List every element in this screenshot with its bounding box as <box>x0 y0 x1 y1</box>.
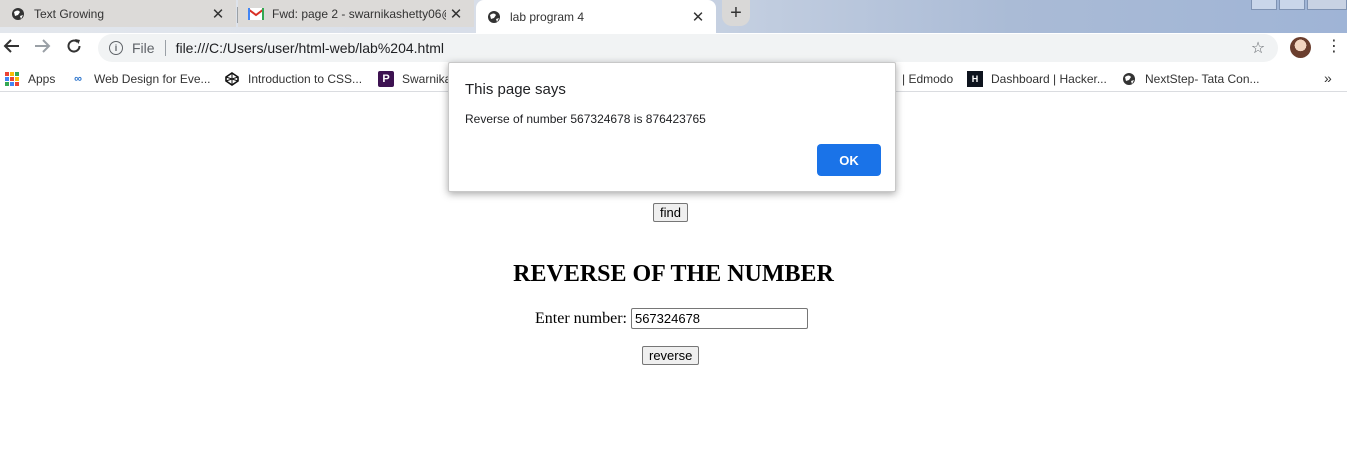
back-arrow-icon[interactable] <box>2 37 22 57</box>
close-icon[interactable]: ✕ <box>446 5 466 23</box>
bookmark-nextstep[interactable]: NextStep- Tata Con... <box>1121 70 1260 88</box>
restore-button[interactable] <box>1279 0 1305 10</box>
forward-arrow-icon[interactable] <box>32 37 52 57</box>
tab-title: lab program 4 <box>510 9 585 24</box>
bookmark-star-icon[interactable]: ☆ <box>1248 38 1268 58</box>
new-tab-button[interactable]: + <box>722 0 750 26</box>
p-icon: P <box>378 71 394 87</box>
dialog-title: This page says <box>465 81 566 98</box>
bookmark-label: Web Design for Eve... <box>94 72 211 86</box>
globe-icon <box>1121 71 1137 87</box>
ok-button[interactable]: OK <box>817 144 881 176</box>
reverse-button[interactable]: reverse <box>642 346 700 365</box>
address-bar[interactable]: i File file:///C:/Users/user/html-web/la… <box>98 34 1278 62</box>
bookmark-intro-css[interactable]: Introduction to CSS... <box>224 70 362 88</box>
bookmark-label: Introduction to CSS... <box>248 72 363 86</box>
tab-strip: Text Growing ✕ Fwd: page 2 - swarnikashe… <box>0 0 1347 33</box>
gmail-icon <box>248 6 264 22</box>
reload-icon[interactable] <box>64 37 84 57</box>
bookmark-web-design[interactable]: ∞ Web Design for Eve... <box>70 70 211 88</box>
bookmark-swarnika[interactable]: P Swarnika <box>378 70 451 88</box>
tab-title: Fwd: page 2 - swarnikashetty06@ <box>272 6 446 21</box>
close-icon[interactable]: ✕ <box>688 8 708 26</box>
hackerrank-icon: H <box>967 71 983 87</box>
number-input-label: Enter number: <box>535 309 627 327</box>
coursera-icon: ∞ <box>74 73 82 85</box>
close-icon[interactable]: ✕ <box>208 5 228 23</box>
window-controls <box>1249 0 1347 10</box>
tab-lab-program-4[interactable]: lab program 4 ✕ <box>476 0 716 33</box>
more-bookmarks-chevron-icon[interactable]: » <box>1324 70 1332 86</box>
page-heading: REVERSE OF THE NUMBER <box>513 261 834 287</box>
url-text[interactable]: file:///C:/Users/user/html-web/lab%204.h… <box>176 40 1248 56</box>
tab-title: Text Growing <box>34 6 105 21</box>
bookmark-hackerrank[interactable]: H Dashboard | Hacker... <box>967 70 1107 88</box>
number-form-row: Enter number: <box>535 308 808 329</box>
bookmark-label: Swarnika <box>402 72 452 86</box>
apps-grid-icon <box>4 71 20 87</box>
profile-avatar[interactable] <box>1290 37 1311 58</box>
globe-icon <box>10 6 26 22</box>
number-input[interactable] <box>630 308 808 329</box>
tab-text-growing[interactable]: Text Growing ✕ <box>0 0 236 27</box>
find-button[interactable]: find <box>653 203 688 222</box>
bookmark-apps[interactable]: Apps <box>4 70 55 88</box>
tab-gmail[interactable]: Fwd: page 2 - swarnikashetty06@ ✕ <box>238 0 474 27</box>
bookmark-label: Apps <box>28 72 56 86</box>
bookmark-label: | Edmodo <box>902 72 954 86</box>
bookmark-label: Dashboard | Hacker... <box>991 72 1107 86</box>
window-close-button[interactable] <box>1307 0 1347 10</box>
more-menu-icon[interactable]: ⋮ <box>1326 37 1342 57</box>
dialog-message: Reverse of number 567324678 is 876423765 <box>465 112 706 126</box>
omnibox-divider <box>164 40 166 56</box>
url-scheme-label: File <box>132 40 155 56</box>
globe-icon <box>486 9 502 25</box>
info-icon[interactable]: i <box>109 41 123 55</box>
alert-dialog: This page says Reverse of number 5673246… <box>448 62 896 192</box>
minimize-button[interactable] <box>1251 0 1277 10</box>
bookmark-edmodo[interactable]: | Edmodo <box>902 70 953 88</box>
bookmark-label: NextStep- Tata Con... <box>1145 72 1260 86</box>
codepen-icon <box>224 71 240 87</box>
toolbar: i File file:///C:/Users/user/html-web/la… <box>0 33 1347 62</box>
